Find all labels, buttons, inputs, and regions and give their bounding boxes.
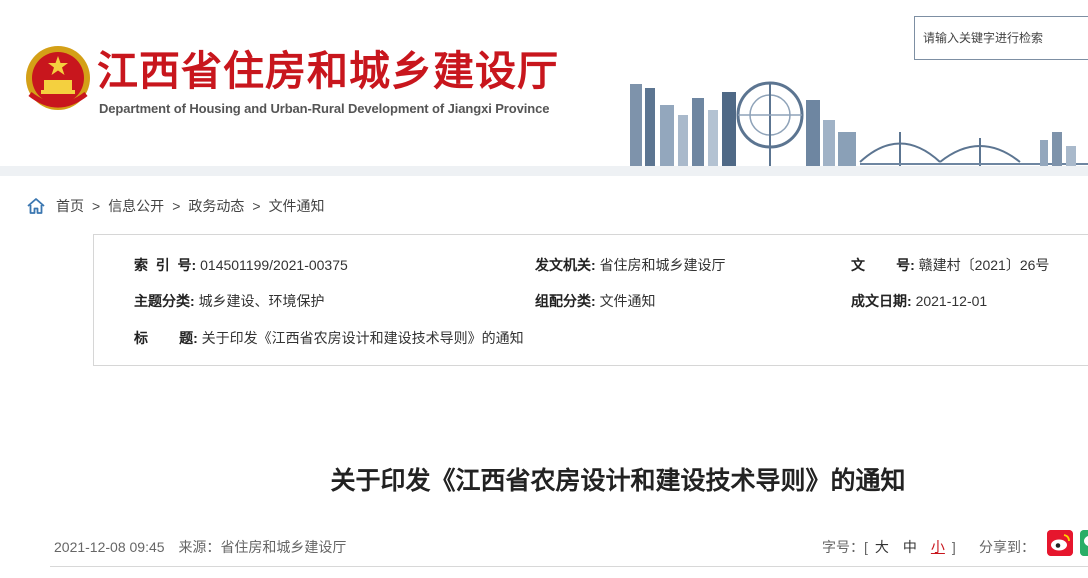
document-info-box: 索 引 号: 014501199/2021-00375 发文机关: 省住房和城乡… [93, 234, 1088, 366]
info-issuer-label: 发文机关: [535, 257, 596, 273]
info-category-label: 组配分类: [535, 293, 596, 309]
font-size-medium-button[interactable]: 中 [903, 539, 917, 555]
article-meta: 2021-12-08 09:45 来源：省住房和城乡建设厅 [54, 537, 346, 557]
info-index: 索 引 号: 014501199/2021-00375 [134, 255, 348, 275]
article-datetime: 2021-12-08 09:45 [54, 539, 165, 555]
breadcrumb-separator: > [252, 198, 261, 214]
font-size-close-bracket: ] [951, 539, 956, 555]
font-size-label: 字号：[ [822, 539, 868, 555]
breadcrumb-home[interactable]: 首页 [56, 196, 84, 216]
article-source-label: 来源： [178, 539, 221, 555]
info-date: 成文日期: 2021-12-01 [851, 291, 987, 311]
site-title[interactable]: 江西省住房和城乡建设厅 [97, 47, 559, 95]
info-docno-value: 赣建村〔2021〕26号 [918, 257, 1050, 273]
national-emblem-icon [26, 46, 90, 110]
site-header: 江西省住房和城乡建设厅 Department of Housing and Ur… [0, 0, 1088, 170]
info-topic: 主题分类: 城乡建设、环境保护 [134, 291, 325, 311]
info-topic-label: 主题分类: [134, 293, 195, 309]
home-icon[interactable] [26, 196, 46, 216]
info-issuer: 发文机关: 省住房和城乡建设厅 [535, 255, 726, 275]
breadcrumb-gov-news[interactable]: 政务动态 [188, 196, 244, 216]
font-size-control: 字号：[ 大中小] [822, 537, 956, 557]
skyline-illustration [610, 81, 1088, 170]
site-subtitle: Department of Housing and Urban-Rural De… [99, 101, 550, 116]
share-label: 分享到： [979, 539, 1035, 555]
breadcrumb-info-disclosure[interactable]: 信息公开 [108, 196, 164, 216]
info-docno-label: 文 号: [851, 257, 915, 273]
breadcrumb-separator: > [92, 198, 101, 214]
info-title: 标 题: 关于印发《江西省农房设计和建设技术导则》的通知 [134, 328, 524, 348]
breadcrumb-file-notices[interactable]: 文件通知 [269, 196, 325, 216]
article-source-value: 省住房和城乡建设厅 [220, 539, 347, 555]
weibo-icon[interactable] [1047, 530, 1073, 556]
info-date-value: 2021-12-01 [915, 293, 988, 309]
info-date-label: 成文日期: [851, 293, 912, 309]
search-box [914, 16, 1088, 60]
info-docno: 文 号: 赣建村〔2021〕26号 [851, 255, 1049, 275]
info-topic-value: 城乡建设、环境保护 [198, 293, 325, 309]
breadcrumb-separator: > [172, 198, 181, 214]
breadcrumb: 首页 > 信息公开 > 政务动态 > 文件通知 [26, 195, 325, 217]
search-input[interactable] [915, 17, 1088, 59]
info-issuer-value: 省住房和城乡建设厅 [599, 257, 726, 273]
info-index-label: 索 引 号: [134, 257, 197, 273]
font-size-large-button[interactable]: 大 [875, 539, 889, 555]
wechat-icon[interactable] [1080, 530, 1088, 556]
info-index-value: 014501199/2021-00375 [200, 257, 348, 273]
info-title-label: 标 题: [134, 330, 198, 346]
info-category: 组配分类: 文件通知 [535, 291, 656, 311]
article-title: 关于印发《江西省农房设计和建设技术导则》的通知 [330, 466, 906, 495]
info-title-value: 关于印发《江西省农房设计和建设技术导则》的通知 [201, 330, 524, 346]
font-size-small-button[interactable]: 小 [931, 539, 945, 555]
content-divider [50, 566, 1088, 567]
header-divider-band [0, 166, 1088, 176]
info-category-value: 文件通知 [599, 293, 656, 309]
